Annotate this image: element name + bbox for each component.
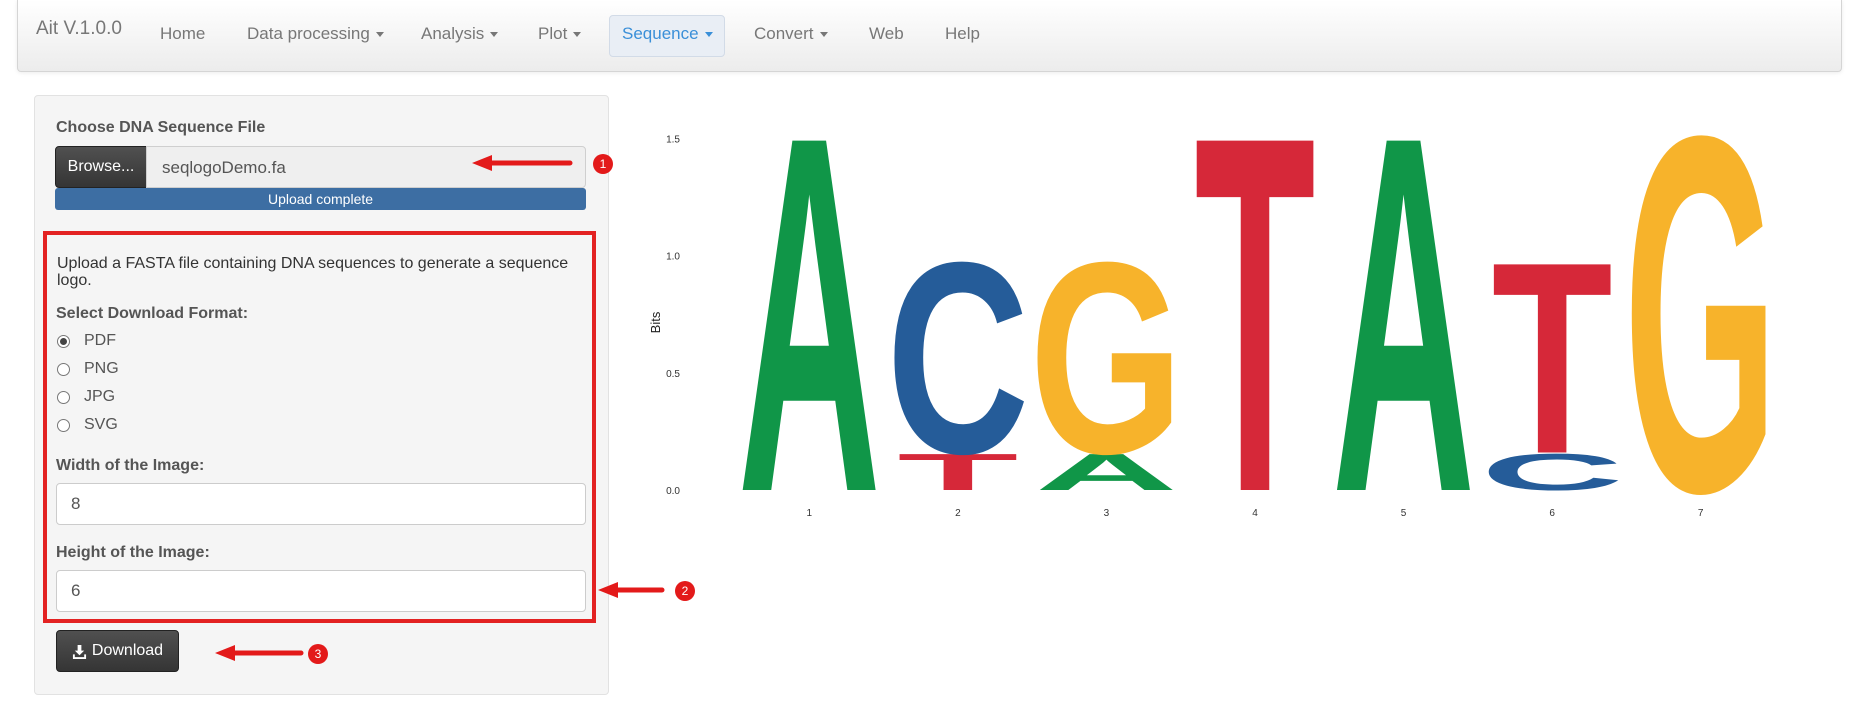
- nav-home[interactable]: Home: [160, 24, 205, 44]
- top-navbar: Ait V.1.0.0 Home Data processing Analysi…: [17, 0, 1842, 72]
- radio-svg[interactable]: SVG: [57, 416, 118, 434]
- x-tick-label: 2: [955, 508, 961, 519]
- logo-letter-T: T: [1492, 205, 1613, 511]
- upload-progress-fill: Upload complete: [55, 188, 586, 210]
- description-text: Upload a FASTA file containing DNA seque…: [57, 255, 569, 289]
- upload-progress-bar: Upload complete: [55, 188, 586, 210]
- y-tick-label: 1.0: [666, 252, 680, 263]
- file-input-label: Choose DNA Sequence File: [56, 119, 266, 136]
- width-input[interactable]: 8: [56, 483, 586, 525]
- caret-down-icon: [375, 32, 384, 38]
- callout-arrow-2: [598, 582, 665, 598]
- callout-arrow-3: [215, 645, 304, 661]
- nav-help[interactable]: Help: [945, 24, 980, 44]
- caret-down-icon: [490, 32, 499, 38]
- radio-button[interactable]: [57, 418, 70, 432]
- logo-letter-G: G: [1029, 205, 1183, 511]
- radio-button[interactable]: [57, 362, 70, 376]
- logo-letter-glyph: C: [886, 205, 1029, 511]
- logo-letter-A: A: [738, 100, 881, 540]
- caret-down-icon: [573, 32, 582, 38]
- callout-arrow-1: [472, 155, 573, 171]
- width-label: Width of the Image:: [56, 457, 205, 474]
- radio-label: JPG: [84, 388, 116, 405]
- x-tick-label: 7: [1698, 508, 1704, 519]
- y-tick-label: 1.5: [666, 134, 680, 145]
- y-axis-label: Bits: [648, 311, 663, 333]
- logo-letter-glyph: A: [1332, 100, 1475, 540]
- download-label: Download: [91, 642, 164, 659]
- nav-data-processing[interactable]: Data processing: [247, 24, 384, 44]
- radio-label: SVG: [84, 416, 118, 433]
- callout-badge-1: 1: [593, 154, 613, 174]
- browse-button[interactable]: Browse...: [55, 146, 147, 188]
- nav-web[interactable]: Web: [869, 24, 904, 44]
- format-label: Select Download Format:: [56, 305, 249, 322]
- logo-letter-glyph: T: [1194, 100, 1315, 540]
- brand[interactable]: Ait V.1.0.0: [36, 18, 122, 40]
- logo-letter-A: A: [1332, 100, 1475, 540]
- nav-convert[interactable]: Convert: [754, 24, 828, 44]
- logo-letter-T: T: [1194, 100, 1315, 540]
- x-tick-label: 4: [1252, 508, 1258, 519]
- nav-plot[interactable]: Plot: [538, 24, 582, 44]
- x-tick-label: 5: [1401, 508, 1407, 519]
- x-tick-label: 3: [1104, 508, 1110, 519]
- radio-button[interactable]: [57, 390, 70, 404]
- caret-down-icon: [704, 32, 713, 38]
- radio-jpg[interactable]: JPG: [57, 388, 115, 406]
- logo-letter-glyph: A: [738, 100, 881, 540]
- nav-analysis[interactable]: Analysis: [421, 24, 499, 44]
- height-input[interactable]: 6: [56, 570, 586, 612]
- y-tick-label: 0.5: [666, 369, 680, 380]
- logo-letter-glyph: T: [1492, 205, 1613, 511]
- highlight-box: [43, 231, 596, 623]
- logo-letter-glyph: G: [1624, 100, 1778, 540]
- height-label: Height of the Image:: [56, 544, 210, 561]
- radio-label: PNG: [84, 360, 119, 377]
- logo-letter-glyph: G: [1029, 205, 1183, 511]
- nav-sequence[interactable]: Sequence: [622, 24, 713, 44]
- callout-badge-2: 2: [675, 581, 695, 601]
- sequence-logo-chart: Bits0.00.51.01.5 A1TC2AG3 T4 A5CT6 G7: [648, 100, 1778, 540]
- y-tick-label: 0.0: [666, 486, 680, 497]
- download-icon: [72, 644, 87, 659]
- logo-letter-C: C: [886, 205, 1029, 511]
- callout-badge-3: 3: [308, 644, 328, 664]
- download-button[interactable]: Download: [56, 630, 179, 672]
- caret-down-icon: [819, 32, 828, 38]
- radio-label: PDF: [84, 332, 116, 349]
- x-tick-label: 6: [1549, 508, 1555, 519]
- x-tick-label: 1: [807, 508, 813, 519]
- radio-png[interactable]: PNG: [57, 360, 119, 378]
- radio-button[interactable]: [57, 334, 70, 348]
- radio-pdf[interactable]: PDF: [57, 332, 116, 350]
- logo-letter-G: G: [1624, 100, 1778, 540]
